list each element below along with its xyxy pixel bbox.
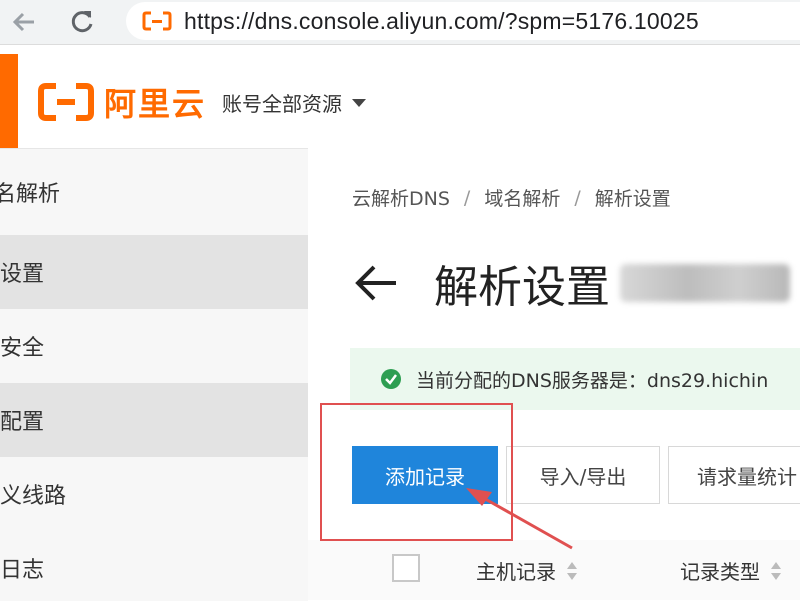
logo-text: 阿里云 xyxy=(104,85,207,123)
aliyun-favicon-icon xyxy=(142,9,172,33)
browser-reload-icon[interactable] xyxy=(66,6,98,38)
check-circle-icon xyxy=(380,368,402,390)
browser-back-icon[interactable] xyxy=(8,6,40,38)
breadcrumb-item-dns[interactable]: 云解析DNS xyxy=(352,184,450,211)
console-header: 阿里云 账号全部资源 xyxy=(0,54,800,148)
sort-icon xyxy=(567,561,577,580)
breadcrumb-separator: / xyxy=(463,186,471,209)
address-bar[interactable]: https://dns.console.aliyun.com/?spm=5176… xyxy=(126,2,800,40)
breadcrumb-item-current: 解析设置 xyxy=(594,188,671,210)
sidebar-item-security[interactable]: 安全 xyxy=(0,309,308,383)
main-content: 云解析DNS / 域名解析 / 解析设置 解析设置 当前分配的DNS服务器是：d… xyxy=(308,148,800,600)
sidebar-item-domain-resolution[interactable]: 名解析 xyxy=(0,155,308,229)
dns-alert-text: 当前分配的DNS服务器是：dns29.hichin xyxy=(416,369,769,392)
page-title: 解析设置 xyxy=(434,262,610,313)
sort-icon xyxy=(771,561,781,580)
blurred-domain-name xyxy=(620,264,790,302)
account-menu-label: 账号全部资源 xyxy=(222,92,342,116)
import-export-button[interactable]: 导入/导出 xyxy=(506,446,660,504)
account-resources-dropdown[interactable]: 账号全部资源 xyxy=(222,88,366,117)
dns-server-alert: 当前分配的DNS服务器是：dns29.hichin xyxy=(350,348,800,410)
url-text: https://dns.console.aliyun.com/?spm=5176… xyxy=(184,7,699,34)
sidebar-item-custom-line[interactable]: 义线路 xyxy=(0,457,308,531)
column-record-type[interactable]: 记录类型 xyxy=(680,556,782,585)
header-accent-bar xyxy=(0,54,18,148)
sidebar-item-settings[interactable]: 设置 xyxy=(0,235,308,309)
add-record-button[interactable]: 添加记录 xyxy=(352,446,498,504)
sidebar: 名解析 设置 安全 配置 义线路 日志 xyxy=(0,148,308,601)
records-table-header: 主机记录 记录类型 xyxy=(308,540,800,600)
page-title-row: 解析设置 xyxy=(352,248,790,318)
breadcrumb: 云解析DNS / 域名解析 / 解析设置 xyxy=(352,184,671,211)
caret-down-icon xyxy=(352,98,366,107)
aliyun-logo-icon xyxy=(38,83,94,121)
sidebar-item-config[interactable]: 配置 xyxy=(0,383,308,457)
sidebar-item-logs[interactable]: 日志 xyxy=(0,531,308,605)
breadcrumb-item-domains[interactable]: 域名解析 xyxy=(484,184,560,211)
aliyun-logo[interactable]: 阿里云 xyxy=(38,80,206,124)
back-arrow-icon[interactable] xyxy=(352,257,404,309)
request-stats-button[interactable]: 请求量统计 xyxy=(668,446,800,504)
breadcrumb-separator: / xyxy=(574,186,581,209)
select-all-checkbox[interactable] xyxy=(392,554,420,582)
browser-toolbar: https://dns.console.aliyun.com/?spm=5176… xyxy=(0,0,800,45)
column-host-record[interactable]: 主机记录 xyxy=(476,556,578,585)
